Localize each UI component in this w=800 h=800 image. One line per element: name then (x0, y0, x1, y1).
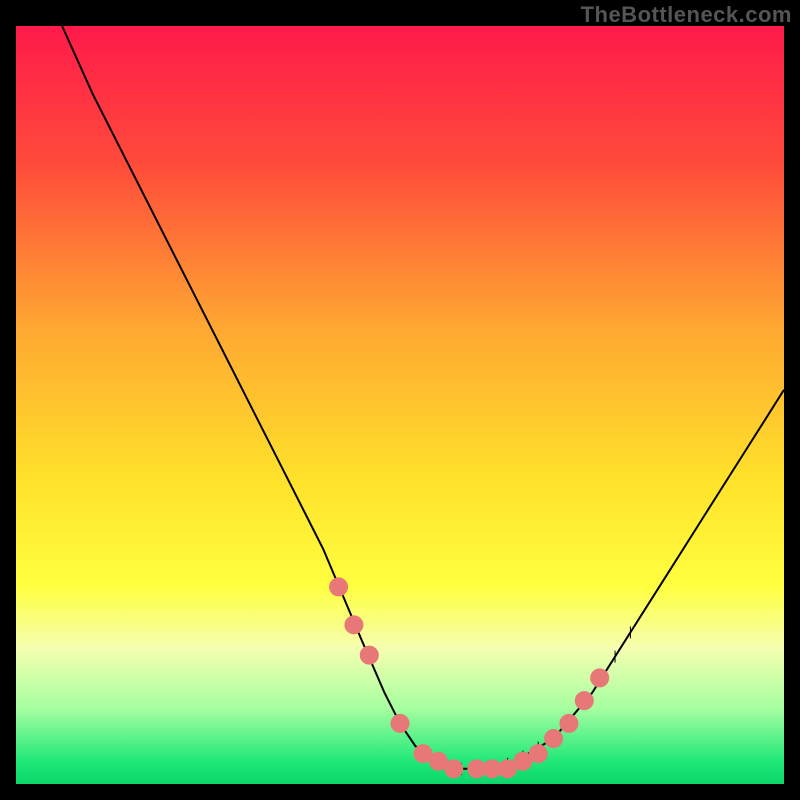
marker-dot (345, 616, 363, 634)
marker-dot (560, 714, 578, 732)
marker-dot (391, 714, 409, 732)
marker-dot (330, 578, 348, 596)
marker-dot (591, 669, 609, 687)
marker-dot (545, 730, 563, 748)
chart-frame: TheBottleneck.com (0, 0, 800, 800)
plot-area (16, 26, 784, 784)
marker-dot (360, 646, 378, 664)
gradient-rect (16, 26, 784, 784)
chart-svg (16, 26, 784, 784)
marker-dot (445, 760, 463, 778)
marker-dot (529, 745, 547, 763)
watermark-text: TheBottleneck.com (581, 2, 792, 28)
marker-dot (575, 692, 593, 710)
